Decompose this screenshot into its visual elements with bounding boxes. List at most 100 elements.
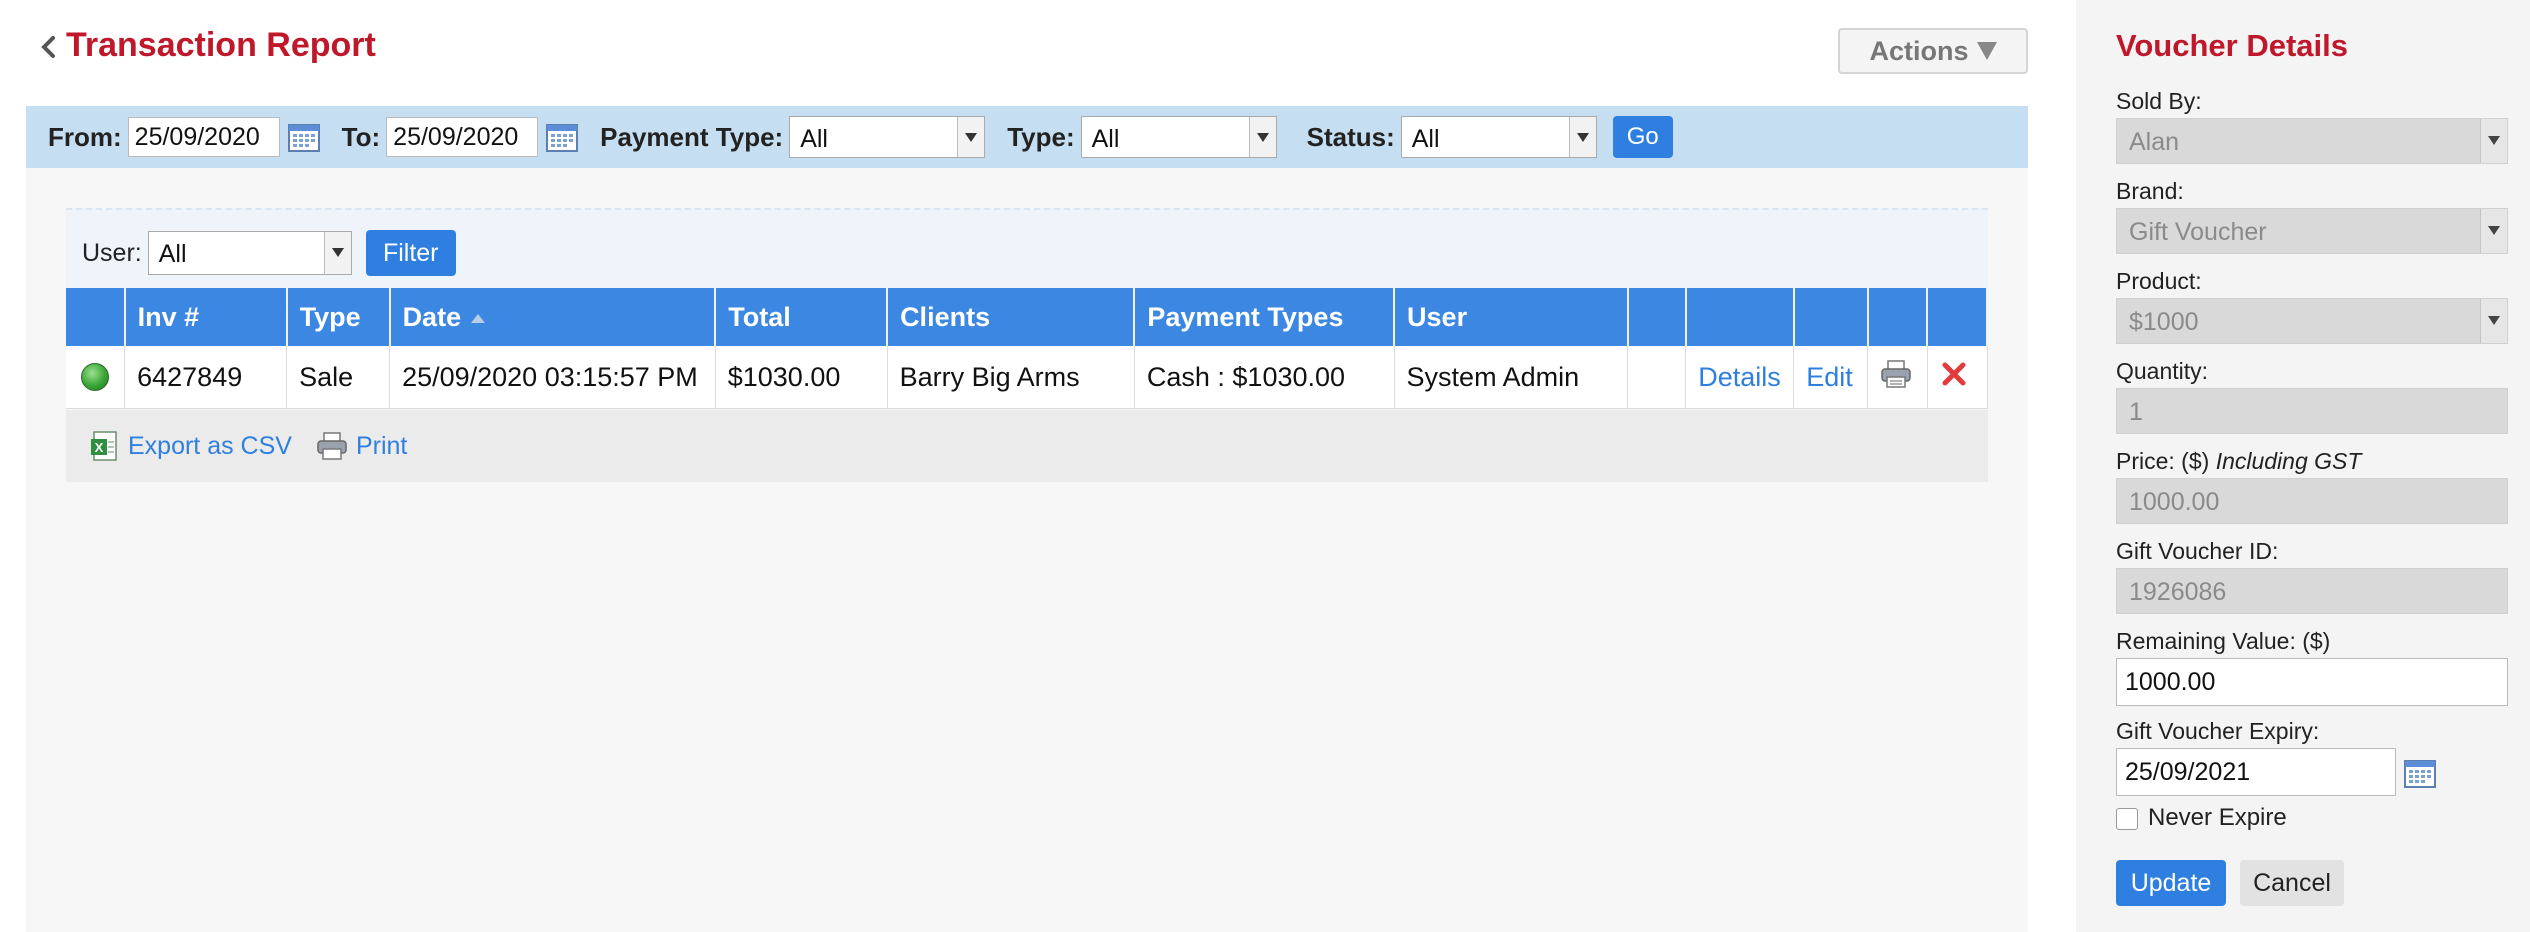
- actions-label: Actions: [1869, 35, 1969, 66]
- chevron-down-icon: [1568, 117, 1596, 157]
- user-cell: System Admin: [1394, 346, 1629, 409]
- column-header-print: [1867, 288, 1929, 346]
- printer-icon[interactable]: [1880, 359, 1912, 389]
- date-cell: 25/09/2020 03:15:57 PM: [389, 346, 716, 409]
- client-cell: Barry Big Arms: [887, 346, 1135, 409]
- status-cell: [66, 346, 126, 409]
- chevron-down-icon: [957, 117, 985, 157]
- print-link[interactable]: Print: [316, 431, 407, 461]
- column-header-total[interactable]: Total: [715, 288, 889, 346]
- remaining-value-label: Remaining Value: ($): [2116, 628, 2331, 654]
- column-header-edit: [1793, 288, 1869, 346]
- filter-button[interactable]: Filter: [365, 230, 456, 276]
- delete-x-icon[interactable]: [1940, 360, 1968, 388]
- never-expire-label[interactable]: Never Expire: [2148, 804, 2287, 832]
- total-cell: $1030.00: [715, 346, 888, 409]
- export-csv-link[interactable]: X Export as CSV: [90, 430, 292, 462]
- delete-cell[interactable]: [1927, 346, 1988, 409]
- column-header-status: [66, 288, 126, 346]
- remaining-value-input[interactable]: [2116, 658, 2508, 706]
- blank-cell: [1627, 346, 1687, 409]
- payment-type-label: Payment Type:: [600, 121, 784, 152]
- calendar-icon[interactable]: [287, 122, 320, 152]
- brand-value: Gift Voucher: [2129, 218, 2267, 246]
- type-cell: Sale: [286, 346, 391, 409]
- go-button[interactable]: Go: [1612, 116, 1673, 158]
- product-select: $1000: [2116, 298, 2508, 344]
- page-title: Transaction Report: [66, 26, 376, 64]
- voucher-details-panel: Voucher Details Sold By: Alan Brand: Gif…: [2076, 0, 2530, 932]
- user-filter-strip: User: All Filter: [66, 208, 1988, 296]
- brand-label: Brand:: [2116, 178, 2184, 204]
- export-bar: X Export as CSV Print: [66, 410, 1988, 482]
- main-area: Transaction Report Actions From: To:: [0, 0, 2060, 932]
- payment-type-select[interactable]: All: [789, 116, 986, 158]
- filter-bar: From: To: Payment Type: All: [26, 106, 2028, 168]
- table-row[interactable]: 6427849 Sale 25/09/2020 03:15:57 PM $103…: [66, 346, 1988, 409]
- to-label: To:: [341, 121, 381, 152]
- update-button[interactable]: Update: [2116, 860, 2226, 906]
- type-label: Type:: [1007, 121, 1075, 152]
- table-header-row: Inv # Type Date Total Clients Payment Ty…: [66, 288, 1988, 346]
- calendar-icon[interactable]: [546, 122, 579, 152]
- column-header-blank: [1627, 288, 1687, 346]
- quantity-label: Quantity:: [2116, 358, 2209, 384]
- from-label: From:: [48, 121, 122, 152]
- chevron-down-icon: [2480, 299, 2507, 343]
- column-header-delete: [1927, 288, 1988, 346]
- user-select-value: All: [158, 240, 187, 268]
- dropdown-arrow-icon: [1976, 42, 1997, 60]
- column-header-date[interactable]: Date: [389, 288, 717, 346]
- gift-voucher-id-field: 1926086: [2116, 568, 2508, 614]
- sold-by-value: Alan: [2129, 128, 2180, 156]
- column-header-details: [1685, 288, 1795, 346]
- voucher-details-title: Voucher Details: [2116, 28, 2349, 63]
- type-select[interactable]: All: [1080, 116, 1277, 158]
- user-select[interactable]: All: [147, 231, 352, 275]
- report-panel: User: All Filter Inv # Type Date Total C…: [26, 168, 2028, 932]
- expiry-date-input[interactable]: [2116, 748, 2396, 796]
- chevron-down-icon: [2480, 209, 2507, 253]
- page-header: Transaction Report: [26, 22, 2026, 72]
- svg-text:X: X: [95, 440, 104, 455]
- payment-cell: Cash : $1030.00: [1134, 346, 1395, 409]
- price-label-text: Price: ($): [2116, 448, 2210, 474]
- date-header-label: Date: [402, 301, 462, 332]
- actions-button[interactable]: Actions: [1838, 28, 2028, 74]
- payment-type-value: All: [800, 125, 828, 153]
- price-field: 1000.00: [2116, 478, 2508, 524]
- chevron-down-icon: [1248, 117, 1276, 157]
- gift-voucher-id-label: Gift Voucher ID:: [2116, 538, 2279, 564]
- back-chevron-icon[interactable]: [36, 34, 62, 60]
- chevron-down-icon: [2480, 119, 2507, 163]
- sold-by-select: Alan: [2116, 118, 2508, 164]
- expiry-label: Gift Voucher Expiry:: [2116, 718, 2320, 744]
- column-header-inv[interactable]: Inv #: [124, 288, 288, 346]
- column-header-payment-types[interactable]: Payment Types: [1134, 288, 1396, 346]
- column-header-user[interactable]: User: [1394, 288, 1629, 346]
- cancel-button[interactable]: Cancel: [2240, 860, 2344, 906]
- transactions-table: Inv # Type Date Total Clients Payment Ty…: [66, 288, 1988, 409]
- export-csv-label: Export as CSV: [128, 431, 292, 460]
- price-label: Price: ($) Including GST: [2116, 448, 2361, 475]
- status-value: All: [1411, 125, 1440, 153]
- chevron-down-icon: [323, 232, 351, 274]
- price-gst-note: Including GST: [2215, 448, 2362, 474]
- from-date-input[interactable]: [127, 117, 280, 157]
- to-date-input[interactable]: [386, 117, 539, 157]
- column-header-clients[interactable]: Clients: [887, 288, 1136, 346]
- edit-link[interactable]: Edit: [1793, 346, 1869, 409]
- print-cell[interactable]: [1867, 346, 1928, 409]
- brand-select: Gift Voucher: [2116, 208, 2508, 254]
- status-label: Status:: [1306, 121, 1395, 152]
- sort-ascending-icon: [471, 313, 486, 323]
- details-link[interactable]: Details: [1685, 346, 1795, 409]
- status-select[interactable]: All: [1400, 116, 1597, 158]
- status-green-icon: [81, 363, 110, 391]
- column-header-type[interactable]: Type: [286, 288, 391, 346]
- calendar-icon[interactable]: [2404, 758, 2436, 788]
- product-value: $1000: [2129, 308, 2199, 336]
- spreadsheet-icon: X: [91, 431, 117, 461]
- never-expire-checkbox[interactable]: [2116, 808, 2138, 830]
- print-label: Print: [355, 431, 408, 460]
